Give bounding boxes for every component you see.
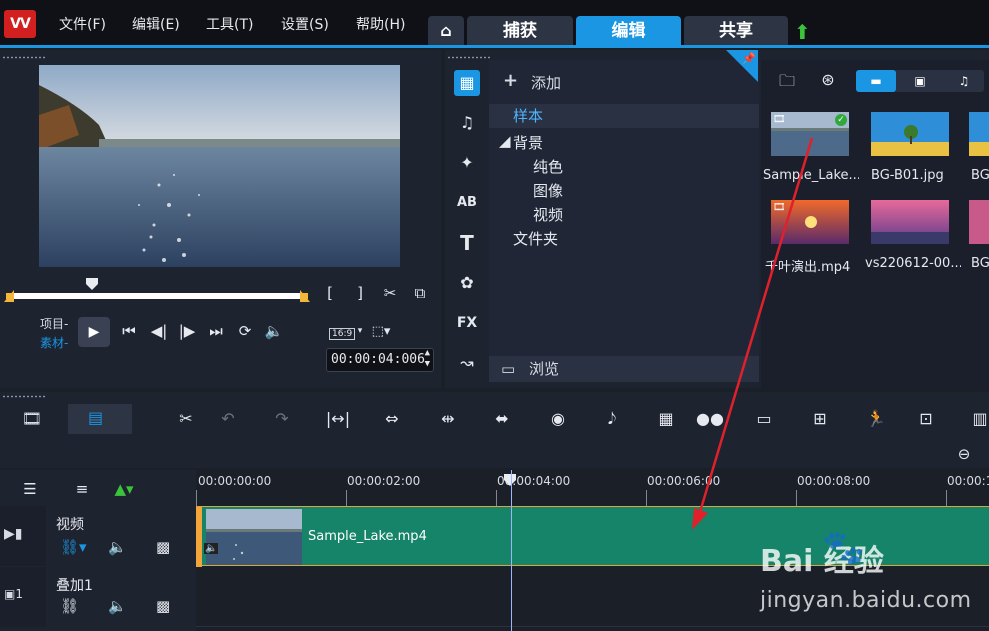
video-editor-window: VV 文件(F) 编辑(E) 工具(T) 设置(S) 帮助(H) ⌂ 捕获 编辑… [0, 0, 989, 631]
paw-icon: 🐾 [822, 528, 865, 568]
baidu-watermark: Bai 经验 🐾 jingyan.baidu.com [730, 520, 989, 630]
watermark-url: jingyan.baidu.com [760, 588, 972, 613]
